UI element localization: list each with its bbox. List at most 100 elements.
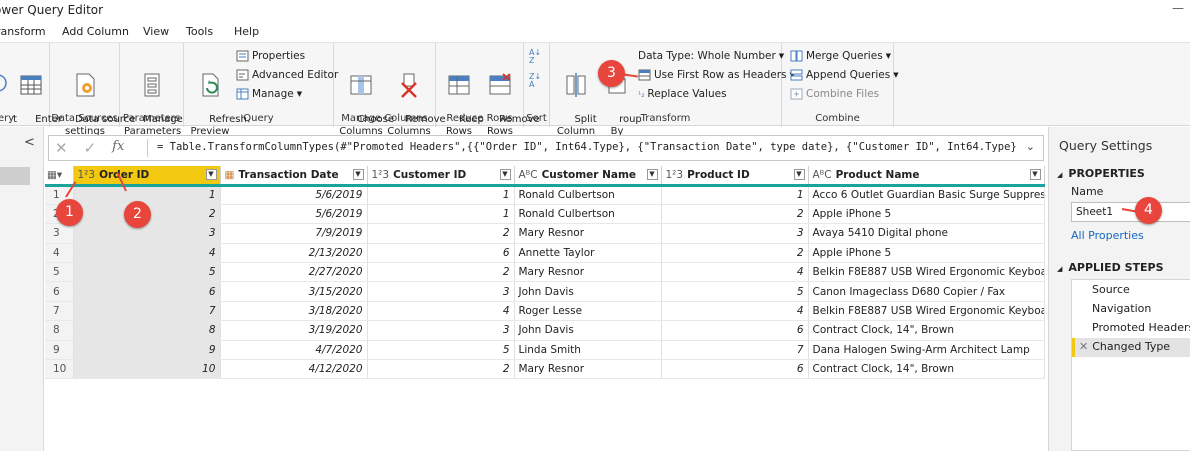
table-row[interactable]: 3 3 7/9/2019 2 Mary Resnor 3 Avaya 5410 Digita… — [45, 223, 1045, 244]
menu-view[interactable]: View — [143, 25, 169, 38]
cell-transaction-date[interactable]: 4/12/2020 — [220, 359, 368, 380]
table-row[interactable]: 225/6/20191Ronald Culbertson2Apple iPhon… — [45, 204, 1045, 225]
sort-ascending-button[interactable]: A↓ Z — [529, 49, 541, 65]
minimize-button[interactable]: — — [1172, 1, 1184, 15]
column-header-customer-name[interactable]: AᴮC Customer Name ▼ — [514, 166, 662, 187]
cell-product-name[interactable]: Apple iPhone 5 — [808, 243, 1045, 264]
cell-product-name[interactable]: Apple iPhone 5 — [808, 204, 1045, 225]
cell-customer-id[interactable]: 2 — [367, 359, 515, 380]
cell-product-id[interactable]: 1 — [661, 185, 809, 205]
cell-product-id[interactable]: 5 — [661, 281, 809, 302]
applied-step-promoted-headers[interactable]: Promoted Headers — [1072, 319, 1190, 338]
cell-transaction-date[interactable]: 3/15/2020 — [220, 281, 368, 302]
cell-customer-name[interactable]: Ronald Culbertson — [514, 204, 662, 225]
filter-dropdown-icon[interactable]: ▼ — [793, 169, 805, 180]
cell-product-name[interactable]: Canon Imageclass D680 Copier / Fax — [808, 281, 1045, 302]
cell-product-name[interactable]: Contract Clock, 14", Brown — [808, 359, 1045, 380]
column-header-transaction-date[interactable]: ▦ Transaction Date ▼ — [220, 166, 368, 187]
cell-product-name[interactable]: Belkin F8E887 USB Wired Ergonomic Keyboa… — [808, 262, 1045, 283]
filter-dropdown-icon[interactable]: ▼ — [205, 169, 217, 180]
advanced-editor-button[interactable]: Advanced Editor — [236, 69, 338, 81]
column-header-product-name[interactable]: AᴮC Product Name ▼ — [808, 166, 1045, 187]
type-number-icon[interactable]: 1²3 — [372, 169, 390, 181]
commit-formula-icon[interactable]: ✓ — [84, 139, 97, 157]
type-date-icon[interactable]: ▦ — [225, 169, 235, 181]
cell-transaction-date[interactable]: 3/18/2020 — [220, 301, 368, 322]
cell-product-id[interactable]: 6 — [661, 359, 809, 380]
cell-customer-id[interactable]: 1 — [367, 204, 515, 225]
cancel-formula-icon[interactable]: ✕ — [55, 139, 68, 157]
filter-dropdown-icon[interactable]: ▼ — [352, 169, 364, 180]
cell-row-number[interactable]: 4 — [45, 243, 74, 264]
cell-customer-name[interactable]: Linda Smith — [514, 340, 662, 361]
cell-order-id[interactable]: 1 — [73, 185, 221, 205]
cell-transaction-date[interactable]: 2/27/2020 — [220, 262, 368, 283]
table-row[interactable]: 6 6 3/15/2020 3 John Davis 5 Canon Imageclass … — [45, 281, 1045, 302]
cell-order-id[interactable]: 9 — [73, 340, 221, 361]
cell-row-number[interactable]: 6 — [45, 281, 74, 302]
cell-row-number[interactable]: 7 — [45, 301, 74, 322]
cell-order-id[interactable]: 6 — [73, 281, 221, 302]
applied-steps-section-heading[interactable]: ◢ APPLIED STEPS — [1057, 261, 1164, 274]
cell-product-name[interactable]: Dana Halogen Swing-Arm Architect Lamp — [808, 340, 1045, 361]
table-row[interactable]: 5 5 2/27/2020 2 Mary Resnor 4 Belkin F8E887 US… — [45, 262, 1045, 283]
combine-files-button[interactable]: Combine Files — [790, 88, 879, 100]
cell-customer-name[interactable]: Mary Resnor — [514, 359, 662, 380]
filter-dropdown-icon[interactable]: ▼ — [499, 169, 511, 180]
cell-order-id[interactable]: 5 — [73, 262, 221, 283]
query-name-input[interactable]: Sheet1 — [1071, 202, 1190, 222]
cell-product-name[interactable]: Acco 6 Outlet Guardian Basic Surge Suppr… — [808, 185, 1045, 205]
table-row[interactable]: 4 4 2/13/2020 6 Annette Taylor 2 Apple iPhone … — [45, 243, 1045, 264]
cell-product-name[interactable]: Avaya 5410 Digital phone — [808, 223, 1045, 244]
expand-formula-chevron-icon[interactable]: ⌄ — [1026, 140, 1035, 153]
filter-dropdown-icon[interactable]: ▼ — [646, 169, 658, 180]
type-text-icon[interactable]: AᴮC — [519, 169, 538, 181]
use-first-row-as-headers-button[interactable]: Use First Row as Headers ▼ — [638, 69, 795, 81]
cell-transaction-date[interactable]: 4/7/2020 — [220, 340, 368, 361]
cell-customer-name[interactable]: Mary Resnor — [514, 262, 662, 283]
cell-row-number[interactable]: 10 — [45, 359, 74, 380]
menu-tools[interactable]: Tools — [186, 25, 213, 38]
collapse-chevron-icon[interactable]: < — [24, 135, 35, 150]
table-row[interactable]: 9 9 4/7/2020 5 Linda Smith 7 Dana Halogen Swin… — [45, 340, 1045, 361]
cell-order-id[interactable]: 10 — [73, 359, 221, 380]
cell-transaction-date[interactable]: 2/13/2020 — [220, 243, 368, 264]
menu-transform[interactable]: ransform — [0, 25, 46, 38]
delete-step-icon[interactable]: ✕ — [1079, 340, 1088, 353]
cell-product-id[interactable]: 4 — [661, 262, 809, 283]
selected-query-indicator[interactable] — [0, 167, 30, 185]
table-menu-button[interactable]: ▦▾ — [45, 166, 74, 187]
type-number-icon[interactable]: 1²3 — [78, 169, 96, 181]
cell-customer-id[interactable]: 2 — [367, 262, 515, 283]
cell-order-id[interactable]: 4 — [73, 243, 221, 264]
menu-help[interactable]: Help — [234, 25, 259, 38]
cell-row-number[interactable]: 3 — [45, 223, 74, 244]
cell-customer-id[interactable]: 3 — [367, 320, 515, 341]
cell-customer-name[interactable]: Ronald Culbertson — [514, 185, 662, 205]
cell-row-number[interactable]: 5 — [45, 262, 74, 283]
cell-customer-name[interactable]: John Davis — [514, 320, 662, 341]
table-row[interactable]: 7 7 3/18/2020 4 Roger Lesse 4 Belkin F8E887 US… — [45, 301, 1045, 322]
data-type-button[interactable]: Data Type: Whole Number ▼ — [638, 50, 784, 62]
fx-icon[interactable]: fx — [112, 139, 124, 157]
cell-order-id[interactable]: 7 — [73, 301, 221, 322]
cell-transaction-date[interactable]: 5/6/2019 — [220, 204, 368, 225]
table-row[interactable]: 8 8 3/19/2020 3 John Davis 6 Contract Clock, 1… — [45, 320, 1045, 341]
cell-transaction-date[interactable]: 5/6/2019 — [220, 185, 368, 205]
cell-customer-id[interactable]: 5 — [367, 340, 515, 361]
cell-product-id[interactable]: 2 — [661, 243, 809, 264]
column-header-customer-id[interactable]: 1²3 Customer ID ▼ — [367, 166, 515, 187]
table-row[interactable]: 1 1 5/6/2019 1 Ronald Culbertson 1 Acco 6 Outl… — [45, 185, 1045, 205]
cell-customer-name[interactable]: Annette Taylor — [514, 243, 662, 264]
cell-customer-name[interactable]: Mary Resnor — [514, 223, 662, 244]
applied-step-changed-type[interactable]: ✕ Changed Type — [1072, 338, 1190, 357]
cell-customer-id[interactable]: 4 — [367, 301, 515, 322]
cell-customer-id[interactable]: 6 — [367, 243, 515, 264]
filter-dropdown-icon[interactable]: ▼ — [1029, 169, 1041, 180]
sort-descending-button[interactable]: Z↓ A — [529, 73, 541, 89]
cell-order-id[interactable]: 3 — [73, 223, 221, 244]
column-header-product-id[interactable]: 1²3 Product ID ▼ — [661, 166, 809, 187]
cell-transaction-date[interactable]: 7/9/2019 — [220, 223, 368, 244]
cell-product-id[interactable]: 7 — [661, 340, 809, 361]
merge-queries-button[interactable]: Merge Queries ▼ — [790, 50, 891, 62]
